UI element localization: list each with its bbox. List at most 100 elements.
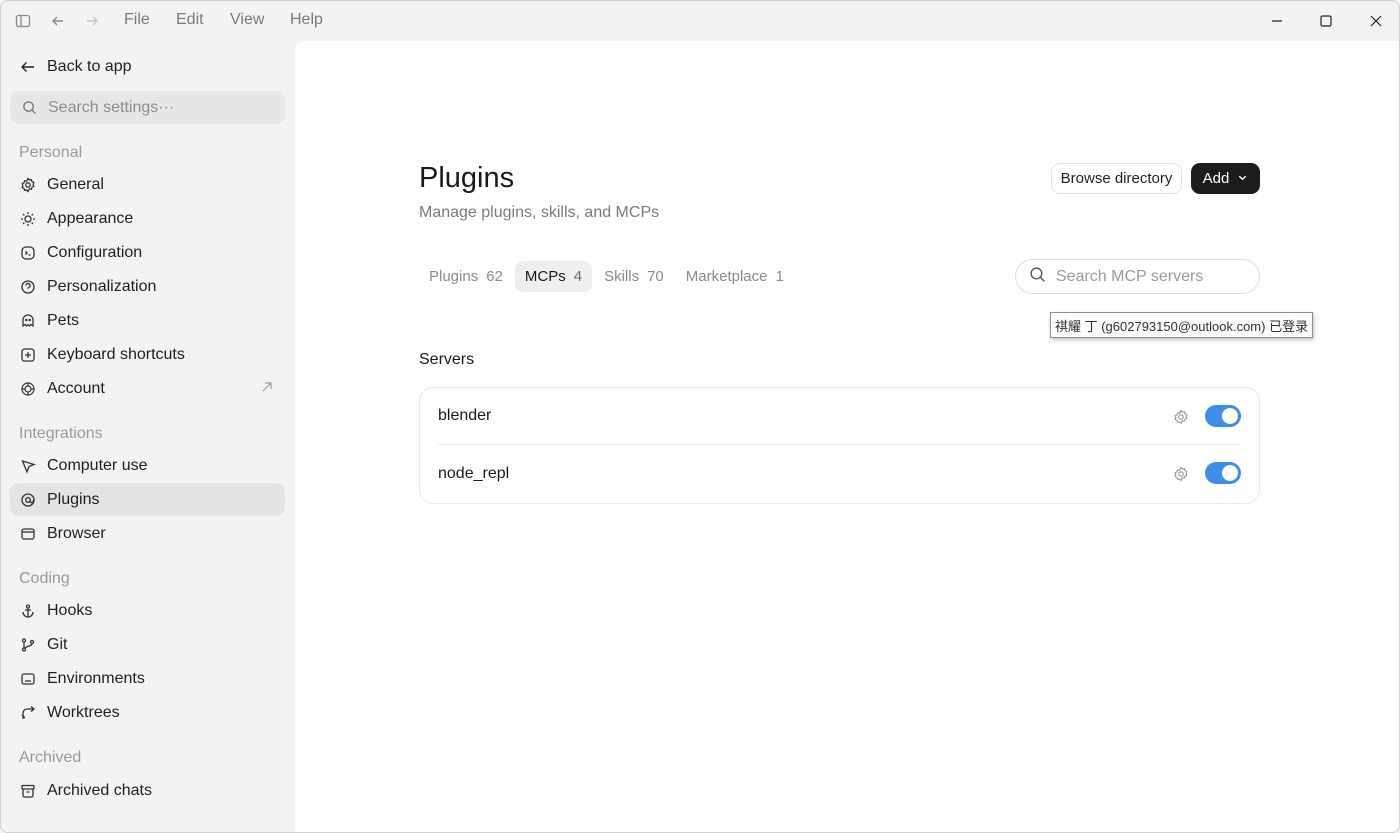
page-title: Plugins — [419, 162, 515, 194]
sidebar-item-account[interactable]: Account — [10, 372, 285, 405]
server-settings-gear-icon[interactable] — [1172, 465, 1190, 483]
browser-icon — [19, 525, 37, 543]
sidebar-item-personalization[interactable]: Personalization — [10, 270, 285, 303]
account-tooltip: 祺耀 丁 (g602793150@outlook.com) 已登录 — [1050, 312, 1314, 338]
browse-directory-label: Browse directory — [1060, 170, 1173, 187]
maximize-icon[interactable] — [1311, 7, 1341, 35]
personalization-icon — [19, 278, 37, 296]
account-icon — [19, 380, 37, 398]
search-icon — [20, 99, 38, 117]
settings-sidebar: Back to app Search settings··· Personal … — [1, 41, 295, 832]
servers-list: blender node_repl — [419, 387, 1260, 504]
sidebar-item-label: General — [47, 175, 104, 193]
gear-icon — [19, 176, 37, 194]
menu-view[interactable]: View — [230, 11, 264, 29]
add-button[interactable]: Add — [1191, 163, 1260, 194]
server-name: node_repl — [438, 464, 510, 482]
tab-label: Skills — [604, 268, 640, 285]
back-to-app-link[interactable]: Back to app — [19, 55, 132, 79]
page-subtitle: Manage plugins, skills, and MCPs — [419, 204, 660, 221]
sidebar-item-worktrees[interactable]: Worktrees — [10, 696, 285, 729]
menu-help[interactable]: Help — [290, 11, 323, 29]
sun-icon — [19, 210, 37, 228]
sidebar-item-hooks[interactable]: Hooks — [10, 594, 285, 627]
tab-count: 1 — [775, 268, 784, 285]
config-icon — [19, 244, 37, 262]
sidebar-item-label: Account — [47, 379, 105, 397]
sidebar-item-label: Archived chats — [47, 781, 152, 799]
minimize-icon[interactable] — [1262, 7, 1292, 35]
close-icon[interactable] — [1361, 7, 1391, 35]
server-enabled-toggle[interactable] — [1205, 405, 1241, 427]
tab-skills[interactable]: Skills 70 — [594, 261, 674, 292]
sidebar-toggle-icon[interactable] — [12, 10, 34, 32]
sidebar-item-label: Worktrees — [47, 703, 120, 721]
tab-plugins[interactable]: Plugins 62 — [419, 261, 513, 292]
main-panel: Plugins Manage plugins, skills, and MCPs… — [295, 41, 1399, 832]
sidebar-item-general[interactable]: General — [10, 168, 285, 201]
worktree-icon — [19, 704, 37, 722]
search-settings-input[interactable]: Search settings··· — [10, 91, 285, 124]
sidebar-item-plugins[interactable]: Plugins — [10, 483, 285, 516]
server-settings-gear-icon[interactable] — [1172, 408, 1190, 426]
section-personal: Personal — [19, 144, 83, 161]
sidebar-item-environments[interactable]: Environments — [10, 662, 285, 695]
toggle-knob — [1222, 465, 1238, 481]
browse-directory-button[interactable]: Browse directory — [1051, 163, 1182, 194]
pet-icon — [19, 312, 37, 330]
tab-marketplace[interactable]: Marketplace 1 — [676, 261, 794, 292]
forward-arrow-icon[interactable] — [81, 10, 103, 32]
tab-count: 4 — [573, 268, 583, 285]
tab-count: 62 — [486, 268, 503, 285]
arrow-left-icon — [19, 58, 37, 76]
sidebar-item-label: Keyboard shortcuts — [47, 345, 185, 363]
tab-bar: Plugins 62 MCPs 4 Skills 70 Marketplace … — [419, 261, 796, 292]
search-mcp-servers-input[interactable]: Search MCP servers — [1015, 259, 1260, 294]
sidebar-item-git[interactable]: Git — [10, 628, 285, 661]
plugins-icon — [19, 491, 37, 509]
section-integrations: Integrations — [19, 425, 103, 442]
server-name: blender — [438, 407, 492, 424]
sidebar-item-archived-chats[interactable]: Archived chats — [10, 774, 285, 807]
chevron-down-icon — [1237, 170, 1248, 187]
anchor-icon — [19, 602, 37, 620]
git-branch-icon — [19, 636, 37, 654]
menu-file[interactable]: File — [124, 11, 150, 29]
servers-heading: Servers — [419, 351, 475, 368]
title-bar: File Edit View Help — [1, 1, 1399, 41]
search-mcp-placeholder: Search MCP servers — [1056, 267, 1204, 285]
back-to-app-label: Back to app — [47, 58, 132, 75]
sidebar-item-appearance[interactable]: Appearance — [10, 202, 285, 235]
sidebar-item-label: Pets — [47, 311, 80, 329]
sidebar-item-label: Git — [47, 635, 68, 653]
server-enabled-toggle[interactable] — [1205, 462, 1241, 484]
cursor-icon — [19, 457, 37, 475]
sidebar-item-computer-use[interactable]: Computer use — [10, 449, 285, 482]
sidebar-item-pets[interactable]: Pets — [10, 304, 285, 337]
server-row: node_repl — [438, 445, 1241, 502]
server-row: blender — [438, 388, 1241, 445]
tab-label: Plugins — [429, 268, 479, 285]
menu-edit[interactable]: Edit — [176, 11, 204, 29]
sidebar-item-label: Appearance — [47, 209, 134, 227]
app-window: File Edit View Help Back to app Search s… — [0, 0, 1400, 833]
sidebar-item-label: Browser — [47, 524, 106, 542]
sidebar-item-label: Hooks — [47, 601, 93, 619]
back-arrow-icon[interactable] — [47, 10, 69, 32]
sidebar-item-label: Environments — [47, 669, 145, 687]
search-settings-placeholder: Search settings··· — [48, 98, 175, 116]
sidebar-item-label: Personalization — [47, 277, 157, 295]
sidebar-item-label: Configuration — [47, 243, 143, 261]
section-archived: Archived — [19, 749, 82, 766]
external-link-icon — [261, 380, 273, 398]
tab-mcps[interactable]: MCPs 4 — [514, 261, 593, 292]
toggle-knob — [1222, 408, 1238, 424]
sidebar-item-keyboard-shortcuts[interactable]: Keyboard shortcuts — [10, 338, 285, 371]
add-label: Add — [1202, 170, 1230, 187]
archive-icon — [19, 782, 37, 800]
tab-label: MCPs — [524, 268, 566, 285]
sidebar-item-browser[interactable]: Browser — [10, 517, 285, 550]
sidebar-item-configuration[interactable]: Configuration — [10, 236, 285, 269]
sidebar-item-label: Computer use — [47, 456, 148, 474]
section-coding: Coding — [19, 570, 70, 587]
